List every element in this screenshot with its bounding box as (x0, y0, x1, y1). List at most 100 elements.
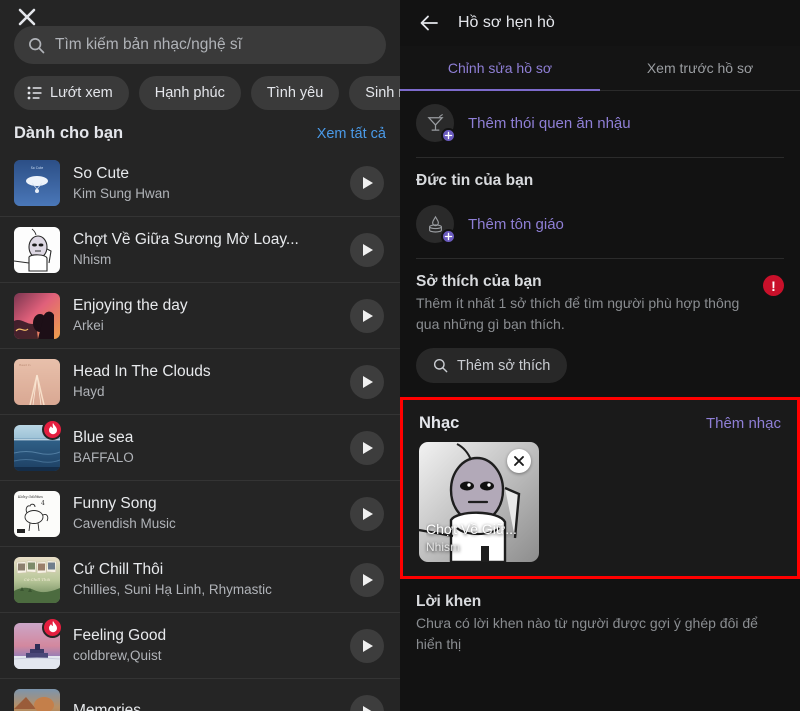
thumbnail-wrapper (14, 418, 63, 471)
play-icon[interactable] (350, 430, 384, 465)
flame-icon (42, 418, 63, 440)
flame-icon (42, 616, 63, 638)
album-art-cartoon-white (14, 226, 60, 273)
profile-tabs: Chỉnh sửa hồ sơ Xem trước hồ sơ (400, 46, 800, 91)
song-row[interactable]: Cứ Chill Thôi Cứ Chill Thôi Chillies, Su… (0, 546, 400, 612)
add-drinking-habit-row[interactable]: Thêm thói quen ăn nhậu (416, 91, 784, 157)
music-title: Nhạc (419, 414, 460, 432)
chip-browse[interactable]: Lướt xem (14, 76, 129, 110)
play-icon[interactable] (350, 166, 384, 200)
add-religion-row[interactable]: Thêm tôn giáo (416, 192, 784, 258)
tab-label: Xem trước hồ sơ (646, 60, 754, 76)
tab-preview-profile[interactable]: Xem trước hồ sơ (600, 46, 800, 90)
music-card-caption: Chợt Về Giữ... Nhism (426, 521, 533, 555)
song-artist: Kim Sung Hwan (73, 185, 170, 201)
praise-section: Lời khen Chưa có lời khen nào từ người đ… (416, 579, 784, 655)
play-icon[interactable] (350, 364, 384, 399)
tab-label: Chỉnh sửa hồ sơ (447, 60, 553, 76)
close-icon[interactable] (16, 6, 38, 28)
religion-icon (416, 205, 456, 244)
play-icon[interactable] (350, 496, 384, 531)
album-art-cloud-blue: So Cute (14, 160, 60, 206)
music-card-artist: Nhism (426, 540, 461, 554)
song-text: Feeling Good coldbrew,Quist (73, 626, 337, 665)
song-artist: Nhism (73, 252, 112, 267)
svg-text:4: 4 (41, 500, 45, 507)
faith-group-title: Đức tin của bạn (416, 172, 534, 189)
selected-music-card[interactable]: Chợt Về Giữ... Nhism (419, 442, 539, 562)
alert-glyph: ! (771, 277, 776, 294)
list-icon (27, 86, 42, 100)
cocktail-icon (416, 104, 456, 143)
chip-love[interactable]: Tình yêu (250, 76, 340, 110)
music-picker-panel: Lướt xem Hạnh phúc Tình yêu Sinh nh Dành… (0, 0, 400, 711)
search-icon (29, 37, 45, 53)
filter-chip-row[interactable]: Lướt xem Hạnh phúc Tình yêu Sinh nh (0, 64, 400, 110)
song-text: Head In The Clouds Hayd (73, 362, 337, 401)
back-arrow-icon[interactable] (418, 12, 440, 34)
tab-edit-profile[interactable]: Chỉnh sửa hồ sơ (400, 46, 600, 91)
play-icon[interactable] (350, 694, 384, 711)
song-row[interactable]: Chợt Về Giữa Sương Mờ Loay... Nhism (0, 216, 400, 282)
song-text: So Cute Kim Sung Hwan (73, 164, 337, 203)
svg-text:Cứ Chill Thôi: Cứ Chill Thôi (24, 577, 51, 582)
song-artist: Chillies, Suni Hạ Linh, Rhymastic (73, 582, 272, 597)
song-title: Memories (73, 702, 142, 711)
song-text: Memories (73, 701, 337, 711)
song-title: Chợt Về Giữa Sương Mờ Loay... (73, 231, 299, 248)
interests-header: Sở thích của bạn Thêm ít nhất 1 sở thích… (416, 259, 784, 335)
song-artist: coldbrew,Quist (73, 648, 162, 663)
song-row[interactable]: Feeling Good coldbrew,Quist (0, 612, 400, 678)
search-icon (433, 358, 448, 373)
add-drinking-habit-label: Thêm thói quen ăn nhậu (468, 114, 631, 132)
plus-badge-icon (441, 128, 456, 143)
song-row[interactable]: Memories (0, 678, 400, 711)
add-religion-label: Thêm tôn giáo (468, 215, 564, 233)
remove-music-close-icon[interactable] (507, 449, 531, 473)
praise-subtitle: Chưa có lời khen nào từ người được gợi ý… (416, 615, 758, 652)
thumbnail-wrapper: Kidsy Oddities 4 (14, 490, 60, 537)
song-row[interactable]: Head In Head In The Clouds Hayd (0, 348, 400, 414)
play-icon[interactable] (350, 628, 384, 663)
song-title: Funny Song (73, 495, 157, 512)
add-music-link[interactable]: Thêm nhạc (706, 415, 781, 432)
album-art-polaroid-green: Cứ Chill Thôi (14, 556, 60, 603)
play-icon[interactable] (350, 232, 384, 267)
song-text: Enjoying the day Arkei (73, 296, 337, 335)
thumbnail-wrapper: Head In (14, 358, 60, 405)
song-title: Head In The Clouds (73, 363, 211, 380)
music-section-highlight: Nhạc Thêm nhạc Chợt Về Giữ... Nhism (400, 397, 800, 579)
song-title: Blue sea (73, 429, 134, 446)
song-text: Blue sea BAFFALO (73, 428, 337, 467)
chip-label: Sinh nh (365, 85, 400, 101)
play-icon[interactable] (350, 298, 384, 333)
album-art-sunset-silhouette (14, 292, 60, 339)
album-art-sketch-white: Kidsy Oddities 4 (14, 490, 60, 537)
profile-body: Thêm thói quen ăn nhậu Đức tin của bạn T… (400, 91, 800, 655)
music-card-song: Chợt Về Giữ... (426, 521, 517, 537)
close-row (0, 0, 400, 26)
song-list: So Cute So Cute Kim Sung Hwan Chợt Về Gi… (0, 150, 400, 711)
search-bar[interactable] (14, 26, 386, 64)
song-title: Enjoying the day (73, 297, 188, 314)
song-text: Funny Song Cavendish Music (73, 494, 337, 533)
album-art-peach-arch: Head In (14, 358, 60, 405)
song-artist: Hayd (73, 384, 105, 399)
see-all-link[interactable]: Xem tất cả (317, 126, 386, 142)
song-artist: Arkei (73, 318, 104, 333)
svg-text:So Cute: So Cute (31, 166, 43, 170)
thumbnail-wrapper (14, 688, 60, 711)
chip-birthday[interactable]: Sinh nh (349, 76, 400, 110)
play-icon[interactable] (350, 562, 384, 597)
song-row[interactable]: Enjoying the day Arkei (0, 282, 400, 348)
chip-label: Tình yêu (266, 85, 324, 101)
search-input[interactable] (55, 36, 372, 54)
song-row[interactable]: Kidsy Oddities 4 Funny Song Cavendish Mu… (0, 480, 400, 546)
chip-happy[interactable]: Hạnh phúc (138, 76, 241, 110)
for-you-header: Dành cho bạn Xem tất cả (0, 110, 400, 150)
song-text: Chợt Về Giữa Sương Mờ Loay... Nhism (73, 230, 337, 269)
song-row[interactable]: So Cute So Cute Kim Sung Hwan (0, 150, 400, 216)
add-interest-button[interactable]: Thêm sở thích (416, 348, 568, 383)
song-row[interactable]: Blue sea BAFFALO (0, 414, 400, 480)
song-title: Feeling Good (73, 627, 167, 644)
